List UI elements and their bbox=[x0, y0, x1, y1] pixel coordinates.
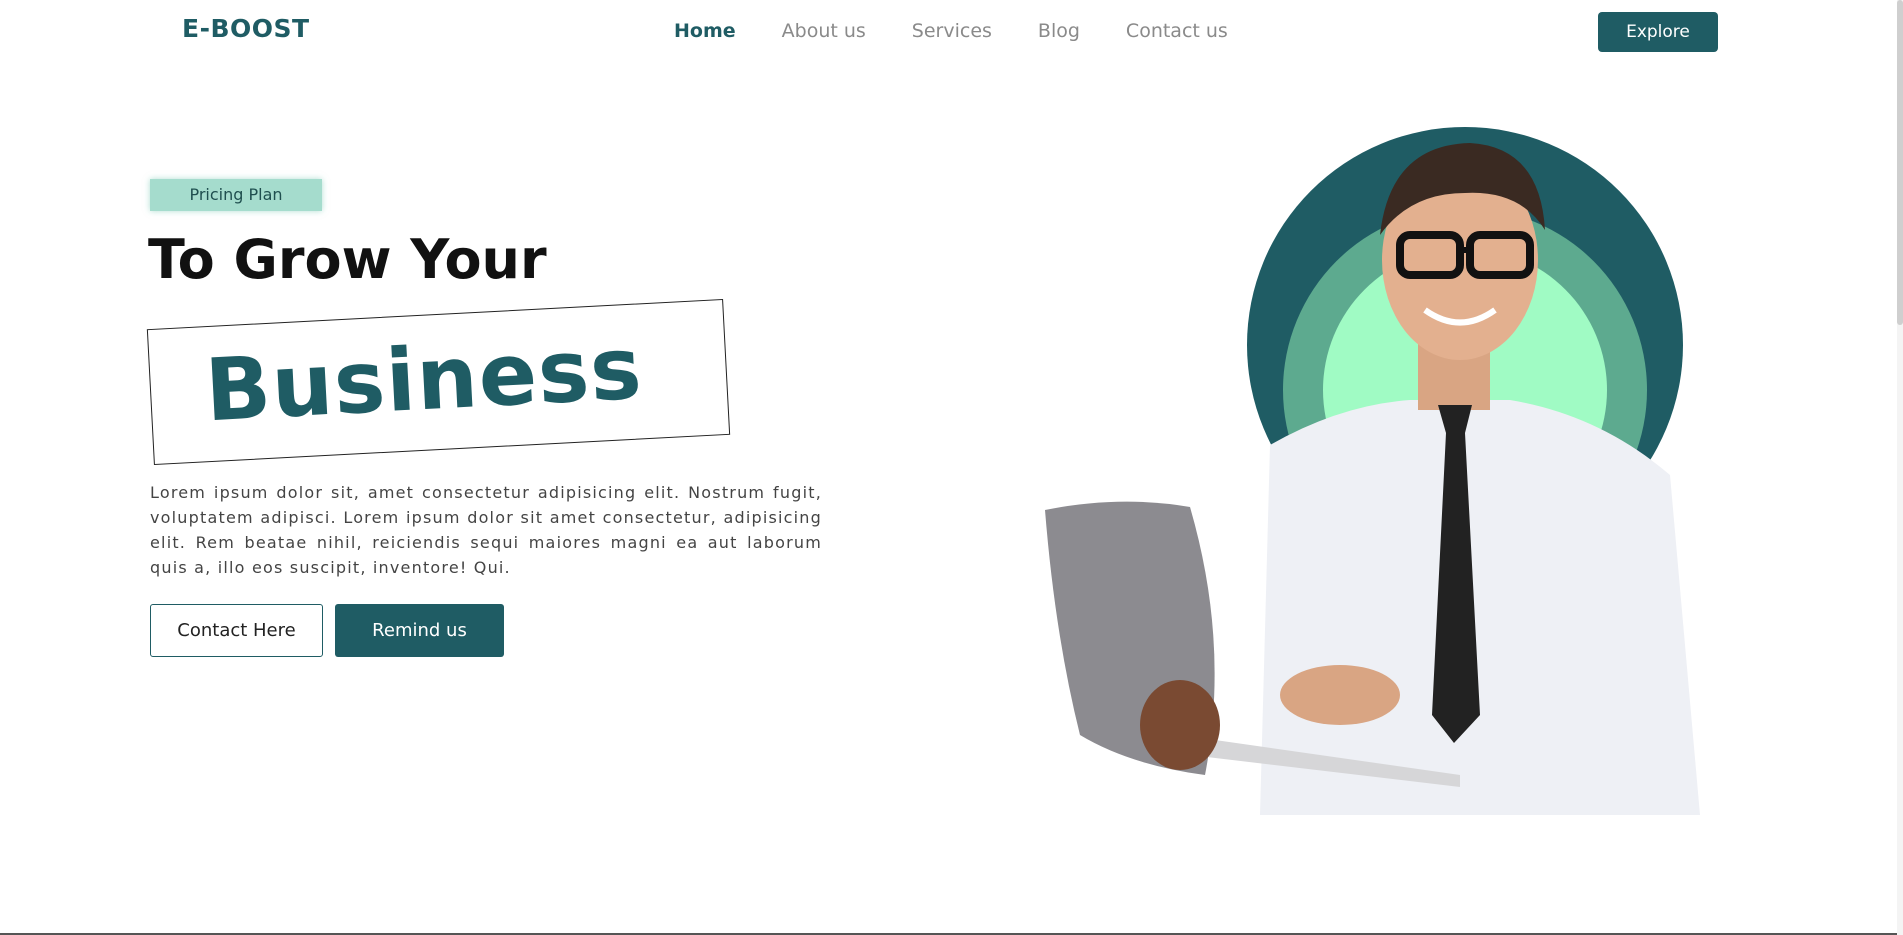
hero-description: Lorem ipsum dolor sit, amet consectetur … bbox=[150, 483, 822, 577]
explore-button[interactable]: Explore bbox=[1598, 12, 1718, 52]
brand-logo[interactable]: E-BOOST bbox=[182, 14, 310, 43]
nav-link-services[interactable]: Services bbox=[912, 20, 992, 42]
nav-link-blog[interactable]: Blog bbox=[1038, 20, 1080, 42]
top-navbar: E-BOOST Home About us Services Blog Cont… bbox=[0, 0, 1903, 64]
nav-link-contact[interactable]: Contact us bbox=[1126, 20, 1228, 42]
main-menu: Home About us Services Blog Contact us bbox=[674, 20, 1274, 42]
nav-link-home[interactable]: Home bbox=[674, 20, 736, 42]
scrollbar-track[interactable] bbox=[1897, 0, 1903, 935]
hero-title: To Grow Your bbox=[148, 228, 547, 291]
remind-us-button[interactable]: Remind us bbox=[335, 604, 504, 657]
pricing-plan-badge: Pricing Plan bbox=[150, 179, 322, 211]
hero-illustration bbox=[1045, 127, 1700, 815]
contact-here-button[interactable]: Contact Here bbox=[150, 604, 323, 657]
nav-link-about[interactable]: About us bbox=[782, 20, 866, 42]
scrollbar-thumb[interactable] bbox=[1897, 0, 1903, 325]
